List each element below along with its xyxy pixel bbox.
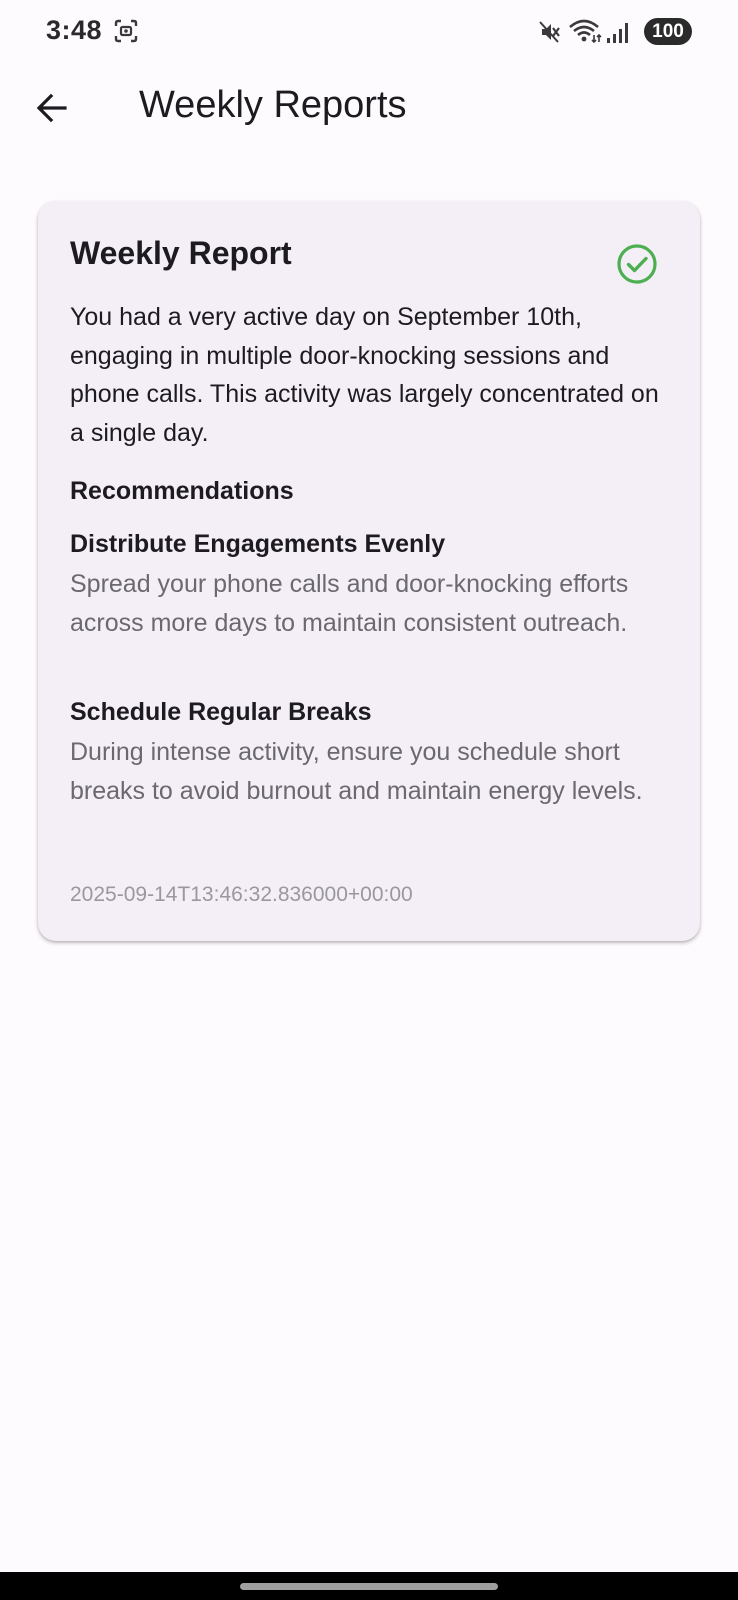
recommendation-item: Distribute Engagements Evenly Spread you… [70, 527, 670, 642]
home-gesture-handle[interactable] [240, 1583, 498, 1590]
mute-icon [539, 21, 560, 43]
recommendation-description: During intense activity, ensure you sche… [70, 738, 643, 805]
report-card[interactable]: Weekly Report You had a very active day … [38, 201, 700, 941]
wifi-icon [569, 19, 602, 44]
screenshot-icon [114, 19, 138, 43]
system-nav-bar [0, 1572, 738, 1600]
recommendation-title: Distribute Engagements Evenly [70, 530, 446, 558]
status-time: 3:48 [46, 15, 103, 45]
report-timestamp: 2025-09-14T13:46:32.836000+00:00 [70, 883, 413, 906]
signal-icon [607, 23, 628, 43]
recommendations-heading: Recommendations [70, 477, 294, 505]
report-title: Weekly Report [70, 235, 292, 271]
report-summary: You had a very active day on September 1… [70, 303, 659, 447]
status-bar: 3:48 100 [0, 0, 738, 64]
recommendation-description: Spread your phone calls and door-knockin… [70, 570, 629, 637]
app-bar: Weekly Reports [0, 64, 738, 152]
back-button[interactable] [24, 80, 80, 136]
arrow-left-icon [36, 93, 67, 123]
screen: 3:48 100 Weekly Reports Weekly Report Yo… [0, 0, 738, 1600]
recommendation-title: Schedule Regular Breaks [70, 698, 372, 726]
battery-indicator: 100 [644, 18, 692, 45]
page-title: Weekly Reports [139, 84, 407, 126]
check-circle-icon [617, 244, 657, 284]
recommendation-item: Schedule Regular Breaks During intense a… [70, 695, 670, 810]
